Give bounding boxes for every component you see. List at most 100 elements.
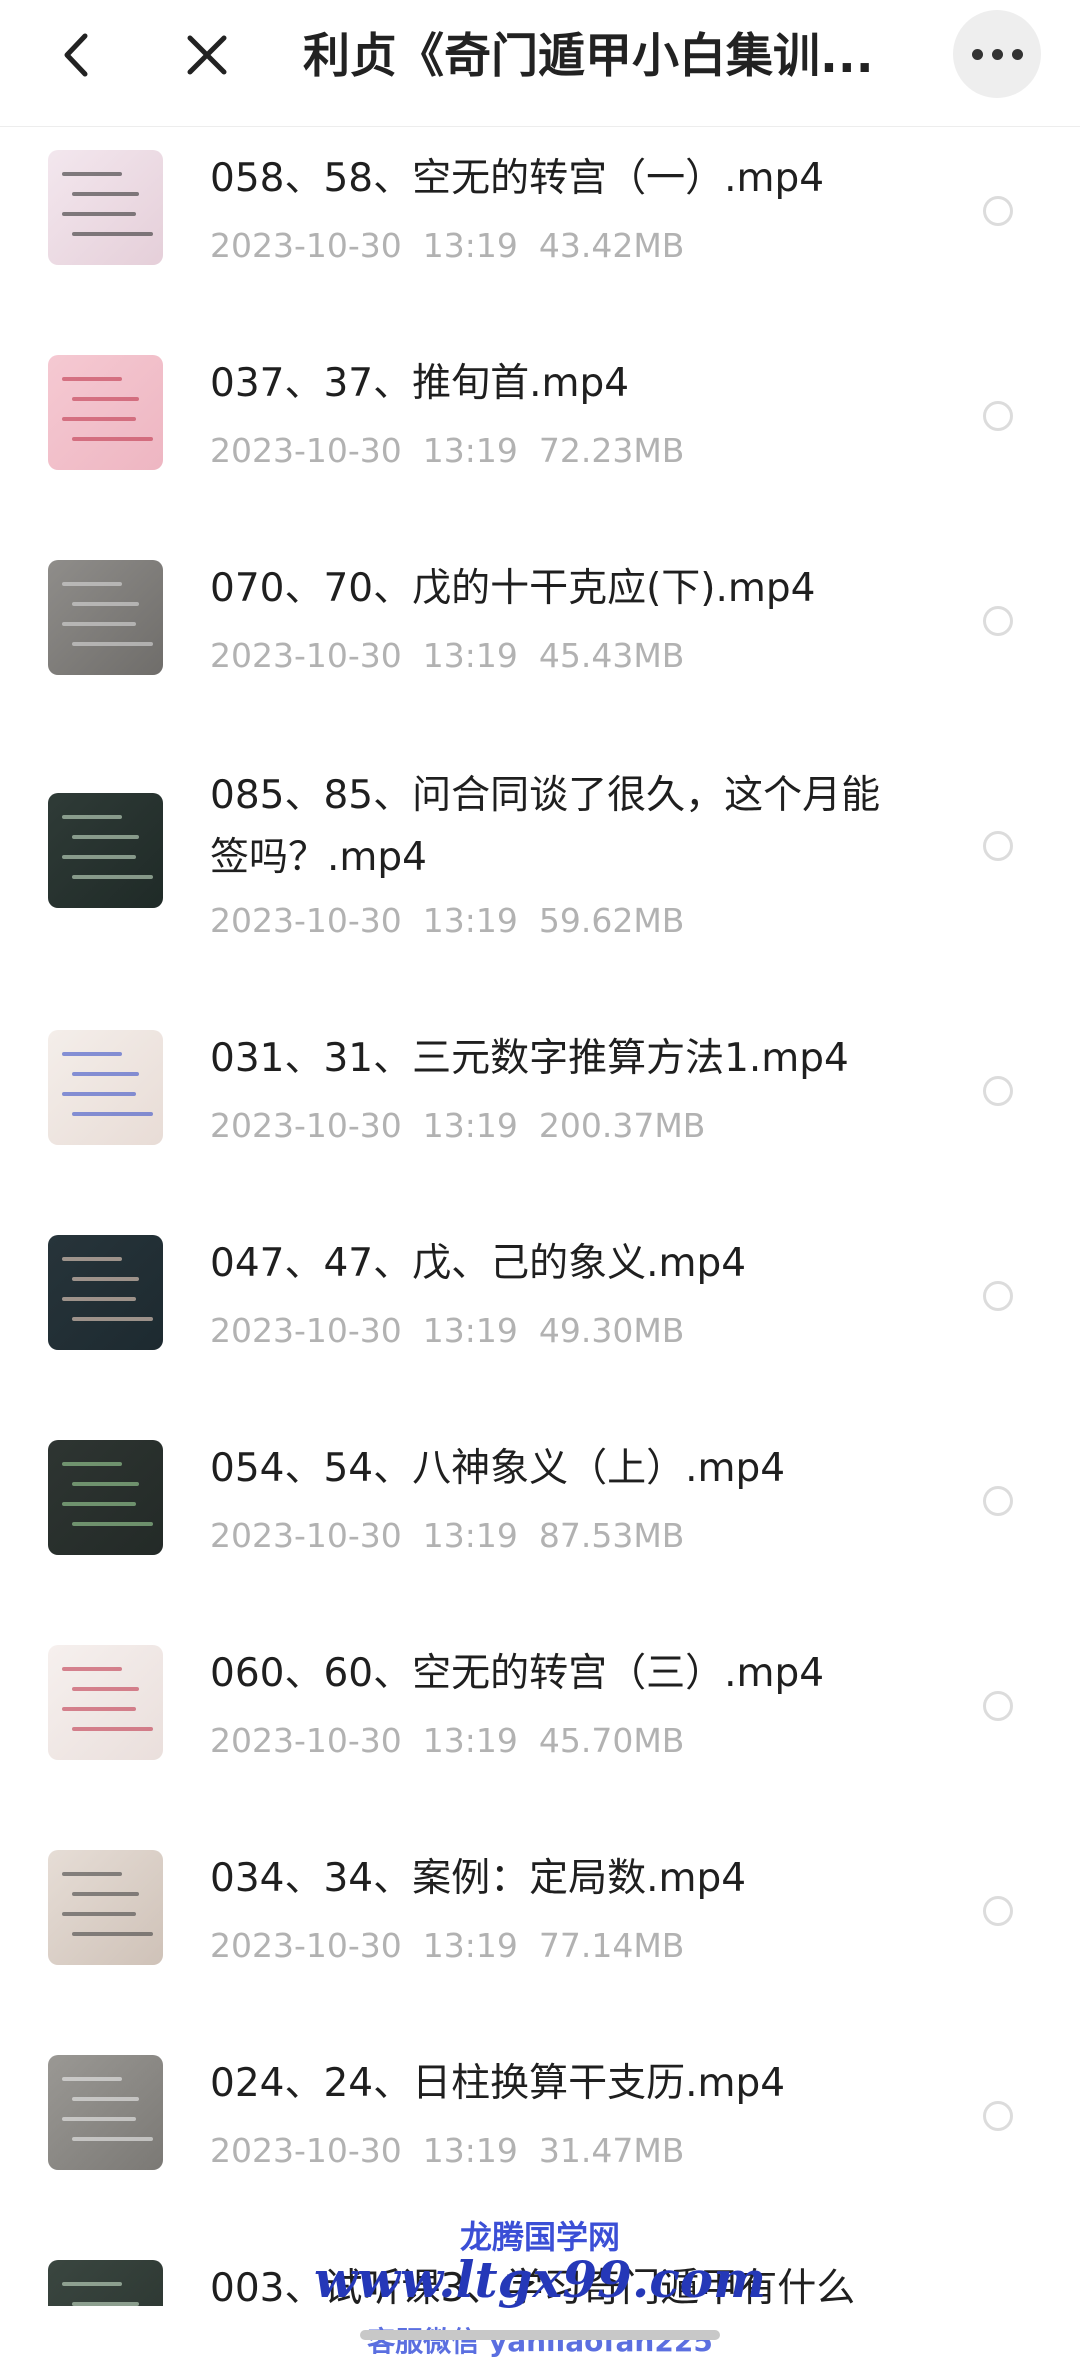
thumbnail-stroke — [62, 622, 136, 626]
thumbnail-stroke — [62, 1257, 122, 1261]
file-date: 2023-10-30 — [210, 1311, 402, 1350]
file-row[interactable]: 058、58、空无的转宫（一）.mp4 2023-10-30 13:19 43.4… — [0, 126, 1080, 321]
back-button[interactable] — [40, 20, 110, 90]
file-row[interactable]: 054、54、八神象义（上）.mp4 2023-10-30 13:19 87.53… — [0, 1416, 1080, 1611]
file-row[interactable]: 070、70、戊的十干克应(下).mp4 2023-10-30 13:19 45.… — [0, 536, 1080, 731]
file-row[interactable]: 034、34、案例：定局数.mp4 2023-10-30 13:19 77.14M… — [0, 1826, 1080, 2021]
file-meta: 2023-10-30 13:19 59.62MB — [210, 901, 910, 941]
file-meta: 2023-10-30 13:19 31.47MB — [210, 2131, 910, 2171]
file-date: 2023-10-30 — [210, 431, 402, 470]
thumbnail-stroke — [62, 1092, 136, 1096]
file-date: 2023-10-30 — [210, 226, 402, 265]
file-meta: 2023-10-30 13:19 77.14MB — [210, 1926, 910, 1966]
video-thumbnail — [48, 355, 163, 470]
select-radio-icon[interactable] — [983, 1691, 1013, 1721]
thumbnail-stroke — [72, 1892, 139, 1896]
video-thumbnail — [48, 150, 163, 265]
file-time: 13:19 — [422, 1311, 518, 1350]
select-radio-icon[interactable] — [983, 2101, 1013, 2131]
page-title: 利贞《奇门遁甲小白集训... — [303, 29, 874, 84]
file-size: 200.37MB — [538, 1106, 706, 1145]
file-size: 59.62MB — [538, 901, 685, 940]
select-radio-icon[interactable] — [983, 1281, 1013, 1311]
close-button[interactable] — [170, 18, 244, 92]
file-row[interactable]: 031、31、三元数字推算方法1.mp4 2023-10-30 13:19 200… — [0, 1006, 1080, 1201]
file-size: 31.47MB — [538, 2131, 685, 2170]
thumbnail-stroke — [72, 1932, 153, 1936]
more-button[interactable] — [953, 10, 1041, 98]
file-list: 058、58、空无的转宫（一）.mp4 2023-10-30 13:19 43.4… — [0, 126, 1080, 2306]
thumbnail-stroke — [72, 1727, 153, 1731]
thumbnail-stroke — [72, 397, 139, 401]
thumbnail-stroke — [62, 1707, 136, 1711]
thumbnail-stroke — [62, 377, 122, 381]
more-dot — [1011, 48, 1023, 60]
file-name: 037、37、推旬首.mp4 — [210, 361, 630, 406]
video-thumbnail — [48, 1850, 163, 1965]
file-row[interactable]: 085、85、问合同谈了很久，这个月能签吗？.mp4 2023-10-30 13:… — [0, 741, 1080, 996]
file-name: 031、31、三元数字推算方法1.mp4 — [210, 1036, 849, 1081]
file-time: 13:19 — [422, 431, 518, 470]
select-radio-icon[interactable] — [983, 401, 1013, 431]
thumbnail-stroke — [62, 172, 122, 176]
video-thumbnail — [48, 1235, 163, 1350]
file-size: 72.23MB — [538, 431, 685, 470]
file-name: 058、58、空无的转宫（一）.mp4 — [210, 156, 825, 201]
select-radio-icon[interactable] — [983, 1076, 1013, 1106]
thumbnail-stroke — [72, 192, 139, 196]
file-meta: 2023-10-30 13:19 49.30MB — [210, 1311, 910, 1351]
thumbnail-stroke — [72, 232, 153, 236]
thumbnail-stroke — [72, 437, 153, 441]
select-radio-icon[interactable] — [983, 831, 1013, 861]
home-indicator[interactable] — [360, 2330, 720, 2340]
thumbnail-stroke — [62, 417, 136, 421]
thumbnail-stroke — [72, 1522, 153, 1526]
close-icon — [187, 35, 227, 75]
file-row[interactable]: 037、37、推旬首.mp4 2023-10-30 13:19 72.23MB — [0, 331, 1080, 526]
file-list-screen: 利贞《奇门遁甲小白集训... 058、58、空无的转宫（一）.mp4 2023-1… — [0, 0, 1080, 2373]
file-time: 13:19 — [422, 1721, 518, 1760]
select-radio-icon[interactable] — [983, 606, 1013, 636]
chevron-left-icon — [64, 33, 88, 77]
file-name: 024、24、日柱换算干支历.mp4 — [210, 2061, 786, 2106]
file-row[interactable]: 024、24、日柱换算干支历.mp4 2023-10-30 13:19 31.47… — [0, 2031, 1080, 2226]
thumbnail-stroke — [62, 2077, 122, 2081]
thumbnail-stroke — [62, 582, 122, 586]
file-meta: 2023-10-30 13:19 87.53MB — [210, 1516, 910, 1556]
select-radio-icon[interactable] — [983, 1896, 1013, 1926]
select-radio-icon[interactable] — [983, 196, 1013, 226]
file-date: 2023-10-30 — [210, 636, 402, 675]
file-size: 77.14MB — [538, 1926, 685, 1965]
thumbnail-stroke — [72, 1072, 139, 1076]
file-size: 45.43MB — [538, 636, 685, 675]
thumbnail-stroke — [62, 1912, 136, 1916]
file-size: 45.70MB — [538, 1721, 685, 1760]
file-date: 2023-10-30 — [210, 1516, 402, 1555]
thumbnail-stroke — [72, 2137, 153, 2141]
thumbnail-stroke — [72, 602, 139, 606]
select-radio-icon[interactable] — [983, 1486, 1013, 1516]
thumbnail-stroke — [72, 1482, 139, 1486]
thumbnail-stroke — [62, 815, 122, 819]
file-name: 060、60、空无的转宫（三）.mp4 — [210, 1651, 825, 1696]
file-time: 13:19 — [422, 2131, 518, 2170]
thumbnail-stroke — [72, 1112, 153, 1116]
file-name: 054、54、八神象义（上）.mp4 — [210, 1446, 786, 1491]
watermark-contact: 客服微信 yanliaofan225 — [367, 2325, 713, 2358]
file-size: 49.30MB — [538, 1311, 685, 1350]
file-time: 13:19 — [422, 901, 518, 940]
file-row[interactable]: 060、60、空无的转宫（三）.mp4 2023-10-30 13:19 45.7… — [0, 1621, 1080, 1816]
file-name: 085、85、问合同谈了很久，这个月能签吗？.mp4 — [210, 773, 881, 880]
thumbnail-stroke — [72, 875, 153, 879]
file-date: 2023-10-30 — [210, 1106, 402, 1145]
thumbnail-stroke — [72, 2097, 139, 2101]
file-date: 2023-10-30 — [210, 1721, 402, 1760]
file-row[interactable]: 047、47、戊、己的象义.mp4 2023-10-30 13:19 49.30M… — [0, 1211, 1080, 1406]
file-time: 13:19 — [422, 226, 518, 265]
file-time: 13:19 — [422, 1106, 518, 1145]
file-meta: 2023-10-30 13:19 45.70MB — [210, 1721, 910, 1761]
file-date: 2023-10-30 — [210, 901, 402, 940]
more-dot — [991, 48, 1003, 60]
thumbnail-stroke — [62, 1462, 122, 1466]
video-thumbnail — [48, 1440, 163, 1555]
